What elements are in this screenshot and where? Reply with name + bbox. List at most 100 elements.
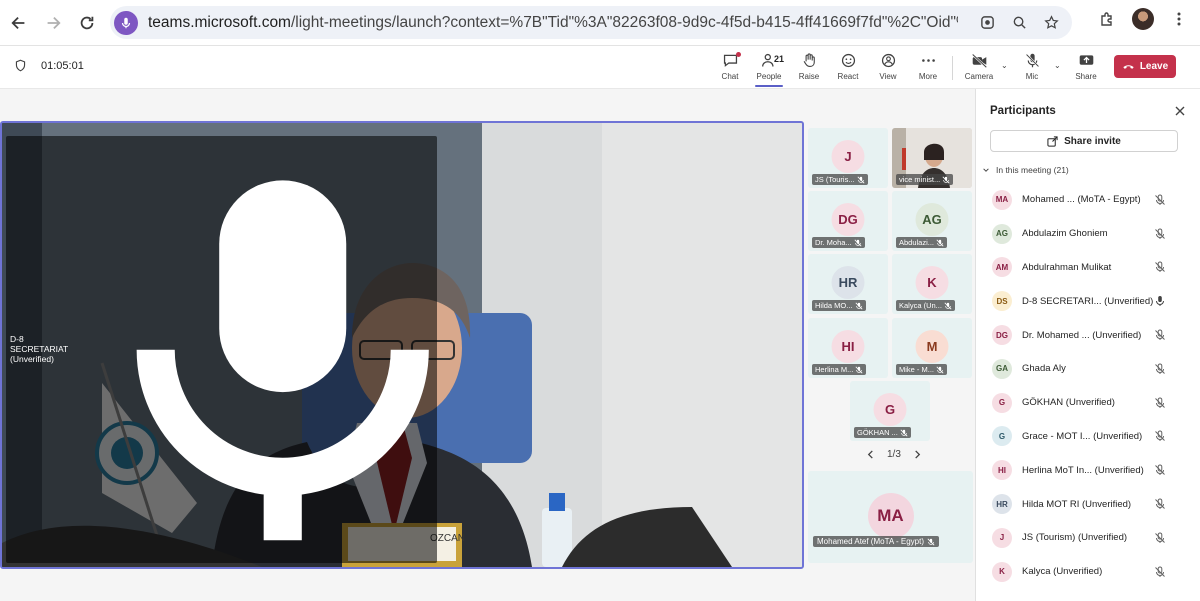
bookmark-star-icon[interactable] — [1040, 11, 1062, 33]
chat-button[interactable]: Chat — [708, 50, 752, 86]
participant-row[interactable]: HR Hilda MOT RI (Unverified) — [976, 487, 1200, 521]
mic-options-chevron-icon[interactable]: ⌄ — [1054, 61, 1061, 70]
mic-muted-icon — [1155, 464, 1165, 476]
url-host: teams.microsoft.com — [148, 13, 291, 31]
forward-icon[interactable] — [36, 6, 70, 40]
panel-title: Participants — [990, 105, 1056, 117]
mic-muted-icon — [1155, 397, 1165, 408]
participant-tile[interactable]: J JS (Touris... — [808, 128, 888, 188]
zoom-icon[interactable] — [1008, 11, 1030, 33]
tile-name: Mohamed Atef (MoTA - Egypt) — [817, 537, 925, 546]
avatar: J — [992, 527, 1012, 548]
participant-tile[interactable]: DG Dr. Moha... — [808, 191, 888, 251]
section-label: In this meeting (21) — [996, 165, 1069, 175]
active-speaker-tile[interactable]: MA Mohamed Atef (MoTA - Egypt) — [808, 471, 973, 563]
screen-capture-icon[interactable] — [976, 11, 998, 33]
toolbar-divider — [952, 56, 953, 80]
participant-row[interactable]: DS D-8 SECRETARI... (Unverified) — [976, 284, 1200, 318]
tile-name: vice minist... — [899, 175, 941, 184]
avatar: G — [992, 392, 1012, 413]
view-icon — [881, 53, 895, 68]
participant-name: Mohamed ... (MoTA - Egypt) — [1022, 194, 1141, 206]
raise-label: Raise — [798, 72, 820, 81]
leave-button[interactable]: Leave — [1114, 55, 1176, 78]
avatar: DG — [992, 325, 1012, 346]
camera-button[interactable]: Camera — [957, 50, 1001, 86]
participant-tile[interactable]: M Mike - M... — [892, 318, 972, 378]
tile-name: Kalyca (Un... — [899, 301, 942, 310]
participant-row[interactable]: MA Mohamed ... (MoTA - Egypt) — [976, 183, 1200, 217]
share-screen-icon — [1079, 55, 1093, 65]
mic-on-icon — [1156, 296, 1164, 307]
participant-row[interactable]: G Grace - MOT I... (Unverified) — [976, 420, 1200, 454]
close-icon[interactable] — [1174, 105, 1186, 117]
tile-name: GÖKHAN ... — [857, 428, 898, 437]
avatar: HI — [992, 460, 1012, 481]
participant-tile[interactable]: HR Hilda MO... — [808, 254, 888, 314]
mic-muted-icon — [855, 302, 862, 309]
participant-row[interactable]: DG Dr. Mohamed ... (Unverified) — [976, 318, 1200, 352]
in-meeting-section-header[interactable]: In this meeting (21) — [982, 165, 1069, 175]
tile-name-label: Dr. Moha... — [812, 237, 865, 248]
participant-row[interactable]: G GÖKHAN (Unverified) — [976, 386, 1200, 420]
profile-avatar[interactable] — [1132, 8, 1154, 30]
mic-icon — [136, 179, 429, 540]
chevron-down-icon — [983, 168, 989, 172]
participant-tile[interactable]: vice minist... — [892, 128, 972, 188]
camera-options-chevron-icon[interactable]: ⌄ — [1001, 61, 1008, 70]
tile-name-label: GÖKHAN ... — [854, 427, 911, 438]
camera-label: Camera — [964, 72, 994, 81]
avatar: J — [831, 140, 865, 173]
participant-tile[interactable]: K Kalyca (Un... — [892, 254, 972, 314]
avatar: DS — [992, 291, 1012, 312]
tile-name: Mike - M... — [899, 365, 934, 374]
mic-muted-icon — [936, 239, 944, 246]
shield-icon — [15, 59, 26, 72]
participant-name: Abdulrahman Mulikat — [1022, 261, 1112, 273]
participant-row[interactable]: GA Ghada Aly — [976, 352, 1200, 386]
avatar: K — [992, 561, 1012, 582]
participant-row[interactable]: J JS (Tourism) (Unverified) — [976, 521, 1200, 555]
participant-row[interactable]: K Kalyca (Unverified) — [976, 555, 1200, 589]
participant-row[interactable]: AG Abdulazim Ghoniem — [976, 217, 1200, 251]
extensions-icon[interactable] — [1096, 8, 1118, 30]
participant-tile[interactable]: G GÖKHAN ... — [850, 381, 930, 441]
participant-name: Hilda MOT RI (Unverified) — [1022, 498, 1132, 510]
avatar: G — [992, 426, 1012, 447]
avatar: K — [915, 266, 949, 299]
participant-name: JS (Tourism) (Unverified) — [1022, 532, 1128, 544]
participant-row[interactable]: AM Abdulrahman Mulikat — [976, 251, 1200, 285]
view-label: View — [879, 72, 897, 81]
mic-muted-icon — [1155, 194, 1165, 205]
menu-kebab-icon[interactable] — [1168, 8, 1190, 30]
gallery-pager: 1/3 — [866, 449, 922, 460]
mic-label: Mic — [1025, 72, 1039, 81]
share-invite-button[interactable]: Share invite — [990, 130, 1178, 152]
url-text: teams.microsoft.com/light-meetings/launc… — [148, 14, 958, 32]
previous-page-chevron-icon[interactable] — [866, 450, 875, 459]
avatar: MA — [992, 189, 1012, 210]
back-icon[interactable] — [2, 6, 36, 40]
participant-tile[interactable]: HI Herlina M... — [808, 318, 888, 378]
notification-dot — [736, 52, 741, 57]
share-button[interactable]: Share — [1064, 50, 1108, 86]
avatar: HR — [992, 494, 1012, 515]
tile-name-label: Kalyca (Un... — [896, 300, 955, 311]
raise-hand-button[interactable]: Raise — [787, 50, 831, 86]
browser-toolbar: teams.microsoft.com/light-meetings/launc… — [0, 0, 1200, 46]
main-video-feed[interactable]: OZCAN D-8 SECRETARIAT (Unverified) — [0, 121, 804, 569]
view-button[interactable]: View — [866, 50, 910, 86]
more-button[interactable]: More — [906, 50, 950, 86]
participant-name: GÖKHAN (Unverified) — [1022, 397, 1115, 409]
mic-button[interactable]: Mic — [1010, 50, 1054, 86]
address-bar[interactable]: teams.microsoft.com/light-meetings/launc… — [110, 6, 1072, 39]
mic-muted-icon — [857, 176, 865, 183]
reload-icon[interactable] — [70, 6, 104, 40]
avatar: DG — [831, 203, 865, 236]
next-page-chevron-icon[interactable] — [913, 450, 922, 459]
participant-row[interactable]: HI Herlina MoT In... (Unverified) — [976, 453, 1200, 487]
react-button[interactable]: React — [826, 50, 870, 86]
people-button[interactable]: 21 People — [747, 50, 791, 87]
microphone-in-use-icon[interactable] — [114, 10, 138, 35]
participant-tile[interactable]: AG Abdulazi... — [892, 191, 972, 251]
